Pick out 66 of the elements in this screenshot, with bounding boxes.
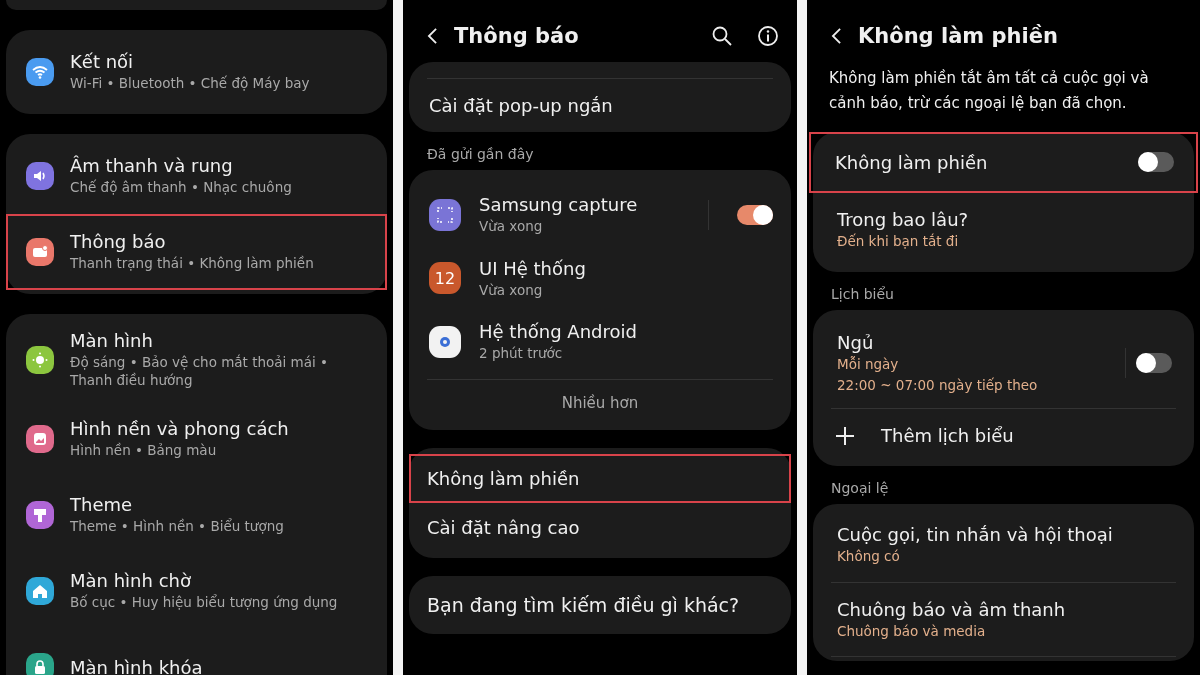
item-subtitle: Không có [837, 548, 901, 566]
item-subtitle: Chế độ âm thanh • Nhạc chuông [70, 179, 292, 197]
item-subtitle: Theme • Hình nền • Biểu tượng [70, 518, 284, 536]
app-name: UI Hệ thống [479, 257, 587, 279]
settings-item[interactable]: Cài đặt nâng cao [409, 502, 791, 552]
settings-item[interactable]: Cài đặt pop-up ngắn [409, 79, 791, 132]
search-icon[interactable] [711, 25, 733, 47]
screen-title: Thông báo [454, 24, 579, 48]
item-title: Hình nền và phong cách [70, 418, 289, 440]
item-subtitle: Wi-Fi • Bluetooth • Chế độ Máy bay [70, 75, 310, 93]
section-label: Ngoại lệ [830, 479, 890, 499]
app-name: Hệ thống Android [479, 321, 638, 343]
section-label: Lịch biểu [830, 285, 895, 305]
item-subtitle: Thanh trạng thái • Không làm phiền [70, 255, 314, 273]
toggle-switch[interactable] [737, 204, 773, 225]
settings-item[interactable]: Hình nền và phong cách Hình nền • Bảng màu [6, 401, 387, 478]
settings-item[interactable]: Âm thanh và rung Chế độ âm thanh • Nhạc chuông [6, 138, 387, 214]
item-title: Màn hình chờ [70, 570, 192, 592]
settings-item[interactable]: Màn hình Độ sáng • Bảo vệ cho mắt thoải mái • Thanh điều hướng [6, 318, 387, 402]
item-title: Theme [70, 494, 134, 516]
search-prompt: Bạn đang tìm kiếm điều gì khác? [427, 593, 740, 616]
item-title: Không làm phiền [835, 151, 988, 173]
settings-item[interactable]: Kết nối Wi-Fi • Bluetooth • Chế độ Máy bay [6, 34, 387, 110]
app-time: Vừa xong [479, 281, 544, 300]
item-title: Màn hình khóa [70, 656, 203, 675]
settings-item[interactable]: Màn hình chờ Bố cục • Huy hiệu biểu tượng ứng dụng [6, 553, 387, 630]
item-title: Ngủ [837, 332, 875, 354]
schedule-item[interactable]: Ngủ Mỗi ngày 22:00 ~ 07:00 ngày tiếp theo [813, 316, 1194, 409]
search-prompt-card[interactable]: Bạn đang tìm kiếm điều gì khác? [409, 575, 791, 634]
add-schedule-button[interactable]: Thêm lịch biểu [813, 409, 1194, 463]
settings-item[interactable]: Không làm phiền [409, 453, 791, 503]
item-subtitle: Độ sáng • Bảo vệ cho mắt thoải mái • Thanh điều hướng [70, 354, 330, 390]
back-icon[interactable] [427, 27, 438, 45]
settings-item[interactable]: Thông báo Thanh trạng thái • Không làm phiền [6, 214, 387, 290]
more-link[interactable]: Nhiều hơn [409, 379, 791, 422]
settings-item[interactable]: Trong bao lâu? Đến khi bạn tắt đi [813, 192, 1194, 265]
toggle-switch[interactable] [1138, 152, 1174, 172]
item-subtitle: 22:00 ~ 07:00 ngày tiếp theo [837, 376, 1039, 395]
item-title: Kết nối [70, 51, 135, 73]
item-title: Cuộc gọi, tin nhắn và hội thoại [837, 524, 1113, 546]
settings-item[interactable]: Màn hình khóa [6, 629, 387, 675]
item-subtitle: Hình nền • Bảng màu [70, 442, 218, 460]
item-subtitle: Mỗi ngày [837, 356, 900, 374]
info-icon[interactable] [757, 25, 779, 47]
settings-item[interactable]: Cuộc gọi, tin nhắn và hội thoại Không có [813, 508, 1194, 582]
settings-item[interactable]: Chuông báo và âm thanh Chuông báo và media [813, 582, 1194, 657]
item-subtitle: Bố cục • Huy hiệu biểu tượng ứng dụng [70, 594, 338, 612]
item-title: Màn hình [70, 330, 154, 351]
item-subtitle: Đến khi bạn tắt đi [837, 232, 960, 251]
item-title: Trong bao lâu? [837, 208, 969, 230]
screen-title: Không làm phiền [858, 24, 1058, 48]
toggle-switch[interactable] [1136, 353, 1172, 374]
settings-item[interactable]: Theme Theme • Hình nền • Biểu tượng [6, 477, 387, 554]
app-time: 2 phút trước [479, 345, 564, 363]
item-title: Âm thanh và rung [70, 155, 234, 177]
description-text: Không làm phiền tắt âm tất cả cuộc gọi và cảnh báo, trừ các ngoại lệ bạn đã chọn. [828, 68, 1150, 114]
back-icon[interactable] [831, 27, 842, 45]
app-icon: 12 [429, 262, 461, 295]
item-subtitle: Chuông báo và media [837, 622, 987, 641]
section-label: Đã gửi gần đây [426, 145, 535, 164]
app-time: Vừa xong [479, 218, 544, 236]
app-name: Samsung capture [479, 194, 639, 215]
item-title: Chuông báo và âm thanh [837, 598, 1066, 620]
item-title: Thông báo [70, 231, 167, 253]
settings-item[interactable]: Không làm phiền [809, 131, 1198, 193]
plus-icon [835, 425, 855, 446]
